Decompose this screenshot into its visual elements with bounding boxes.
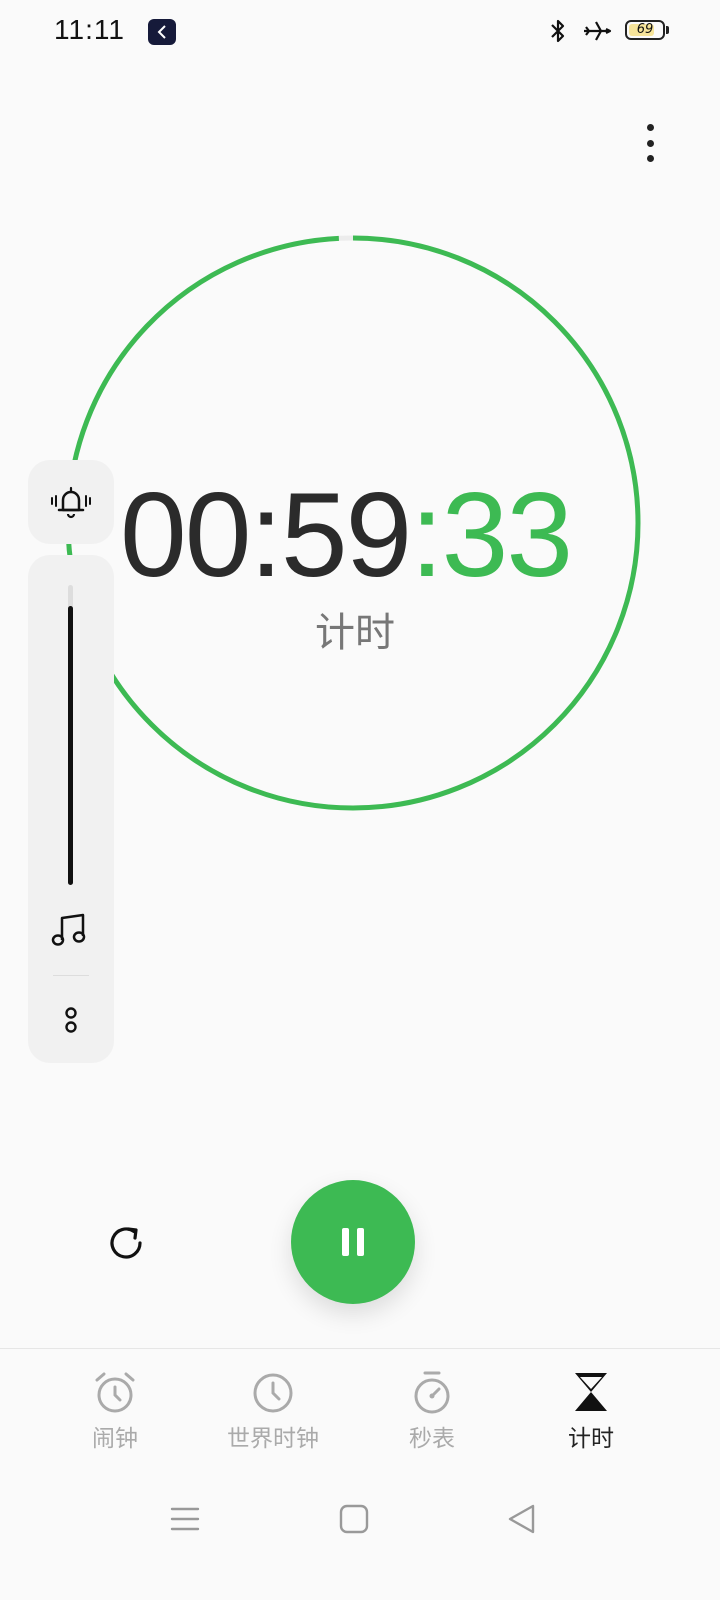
tab-stopwatch[interactable]: 秒表 — [367, 1369, 497, 1453]
music-note-icon[interactable] — [50, 910, 90, 954]
pause-icon — [342, 1228, 364, 1256]
menu-icon[interactable] — [168, 1502, 202, 1540]
back-icon[interactable] — [505, 1502, 539, 1540]
bell-ringing-icon — [51, 486, 91, 519]
tab-label: 闹钟 — [92, 1426, 138, 1452]
options-icon[interactable] — [60, 1003, 82, 1041]
alarm-clock-icon — [95, 1372, 135, 1413]
tab-label: 秒表 — [409, 1426, 455, 1452]
tab-timer[interactable]: 计时 — [526, 1369, 656, 1453]
world-clock-icon — [253, 1373, 293, 1413]
system-nav-bar — [0, 1480, 720, 1560]
volume-slider-fill — [68, 606, 73, 885]
hourglass-icon — [575, 1373, 607, 1411]
panel-divider — [53, 975, 89, 976]
tab-label: 世界时钟 — [227, 1426, 319, 1452]
timer-label: 计时 — [315, 610, 395, 656]
volume-panel — [28, 555, 114, 1063]
home-icon[interactable] — [337, 1502, 371, 1540]
reset-icon — [110, 1227, 142, 1259]
tab-alarm[interactable]: 闹钟 — [50, 1369, 180, 1453]
pause-button[interactable] — [291, 1180, 415, 1304]
stopwatch-icon — [414, 1371, 450, 1414]
reset-button[interactable] — [98, 1215, 154, 1271]
timer-display: 00:59:33 — [120, 470, 600, 600]
tab-world-clock[interactable]: 世界时钟 — [208, 1369, 338, 1453]
timer-hours-minutes: 00:59 — [120, 468, 412, 602]
volume-slider[interactable] — [68, 585, 73, 885]
bottom-nav: 闹钟 世界时钟 秒表 计时 — [0, 1348, 720, 1469]
timer-seconds: :33 — [410, 468, 573, 602]
alarm-sound-button[interactable] — [28, 460, 114, 544]
tab-label: 计时 — [568, 1426, 614, 1452]
